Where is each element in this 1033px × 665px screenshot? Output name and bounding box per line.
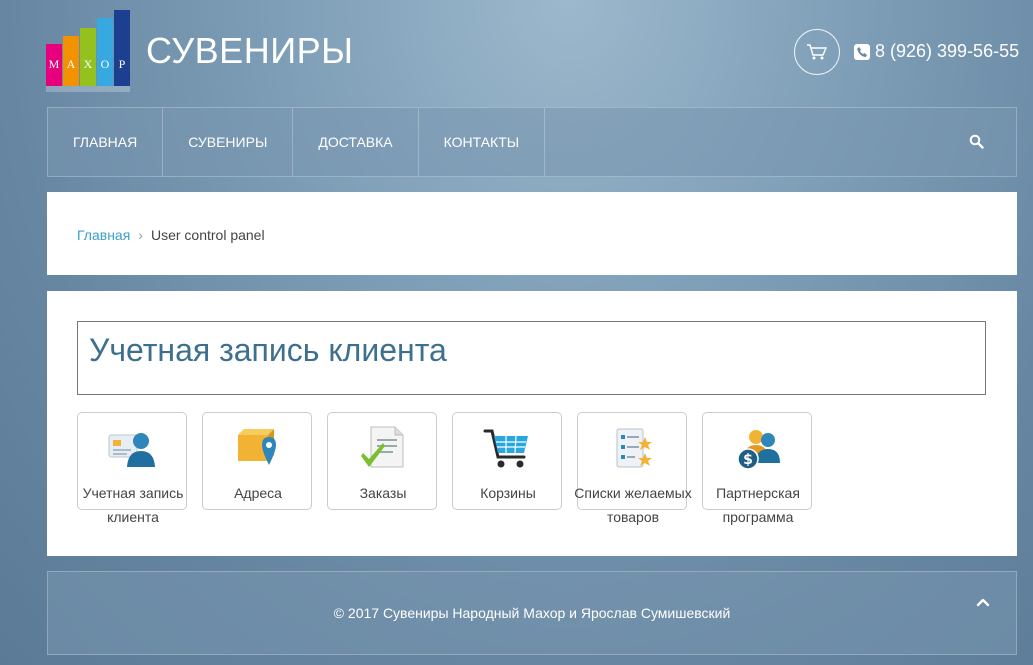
logo-letter: P [119, 57, 126, 71]
tile-wishlists[interactable]: Списки желаемых товаров [574, 412, 692, 525]
tile-partner-program[interactable]: $ Партнерская программа [702, 412, 812, 525]
svg-text:$: $ [743, 452, 753, 468]
phone-number: 8 (926) 399-56-55 [875, 41, 1020, 61]
breadcrumb: Главная › User control panel [77, 227, 265, 243]
phone-icon [854, 43, 870, 60]
breadcrumb-panel: Главная › User control panel [47, 192, 1017, 275]
tile-orders[interactable]: Заказы [327, 412, 437, 510]
breadcrumb-current: User control panel [150, 227, 265, 243]
breadcrumb-home-link[interactable]: Главная [77, 227, 130, 243]
page-title: Учетная запись клиента [89, 332, 447, 368]
tile-label: Списки желаемых товаров [574, 485, 692, 525]
site-title[interactable]: СУВЕНИРЫ [146, 30, 353, 72]
tile-account[interactable]: Учетная запись клиента [77, 412, 187, 525]
tile-label: Учетная запись клиента [82, 485, 184, 525]
logo-letter: M [49, 57, 60, 71]
shopping-cart-icon [483, 429, 528, 468]
tile-addresses[interactable]: Адреса [202, 412, 312, 510]
nav-item-souvenirs[interactable]: СУВЕНИРЫ [163, 108, 294, 176]
wishlist-stars-icon [616, 428, 652, 468]
document-check-icon [361, 426, 404, 468]
tile-label: Заказы [359, 485, 407, 501]
nav-item-delivery[interactable]: ДОСТАВКА [293, 108, 419, 176]
logo-letter: O [101, 57, 110, 71]
footer: © 2017 Сувениры Народный Махор и Ярослав… [47, 571, 1017, 655]
heading-box: Учетная запись клиента [77, 321, 986, 395]
logo-letter: X [84, 57, 93, 71]
search-icon [969, 134, 984, 149]
tile-label: Адреса [234, 485, 282, 501]
cart-icon [807, 44, 828, 60]
site-logo[interactable]: M A X O P [46, 10, 132, 92]
phone-contact[interactable]: 8 (926) 399-56-55 [854, 41, 1019, 62]
tile-label: Корзины [480, 485, 536, 501]
tile-label: Партнерская программа [716, 485, 800, 525]
nav-item-contacts[interactable]: КОНТАКТЫ [419, 108, 546, 176]
breadcrumb-separator: › [138, 227, 143, 243]
cart-button[interactable] [794, 29, 840, 75]
main-nav: ГЛАВНАЯ СУВЕНИРЫ ДОСТАВКА КОНТАКТЫ [47, 107, 1017, 177]
search-button[interactable] [969, 134, 984, 154]
partner-dollar-icon: $ [737, 430, 780, 470]
tile-carts[interactable]: Корзины [452, 412, 562, 510]
chevron-up-icon [976, 598, 990, 607]
account-panel: Учетная запись клиента Учетная запись кл… [47, 291, 1017, 556]
copyright-text: © 2017 Сувениры Народный Махор и Ярослав… [333, 605, 731, 621]
address-box-icon [238, 429, 276, 465]
user-card-icon [108, 433, 155, 467]
logo-letter: A [67, 57, 76, 71]
nav-item-home[interactable]: ГЛАВНАЯ [48, 108, 164, 176]
back-to-top-button[interactable] [974, 594, 992, 612]
